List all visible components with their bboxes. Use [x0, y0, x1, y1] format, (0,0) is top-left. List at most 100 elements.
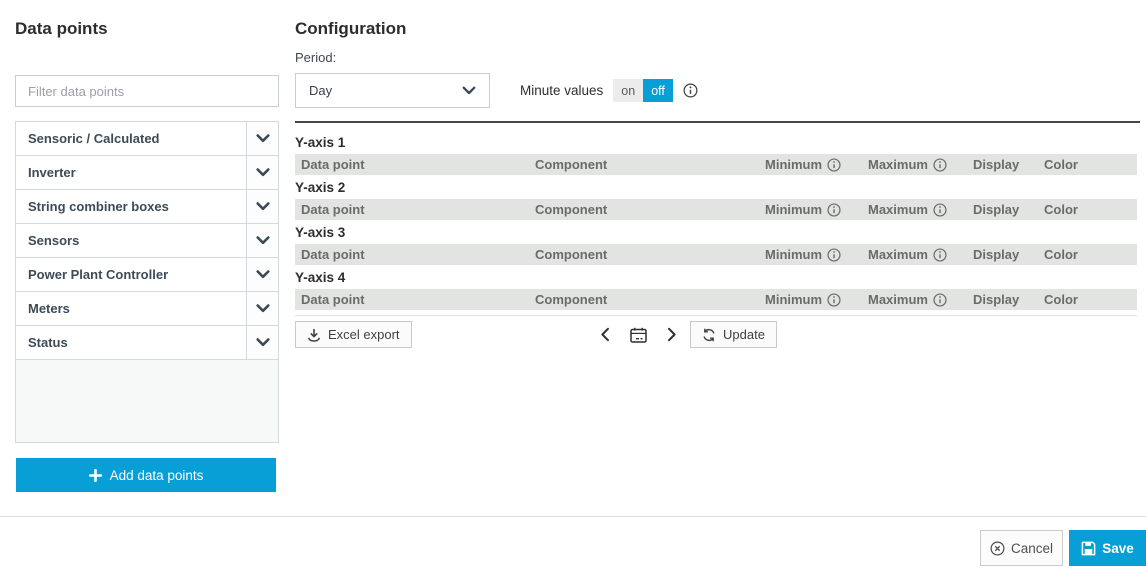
category-label: Power Plant Controller: [28, 267, 169, 282]
category-label: Meters: [28, 301, 70, 316]
save-button[interactable]: Save: [1069, 530, 1146, 566]
category-label: Status: [28, 335, 68, 350]
column-header-minimum: Minimum: [765, 202, 868, 217]
column-header-color: Color: [1044, 202, 1078, 217]
update-button[interactable]: Update: [690, 321, 777, 348]
configuration-title: Configuration: [295, 19, 407, 38]
axis-block: Y-axis 1 Data point Component Minimum Ma…: [295, 131, 1137, 175]
category-row[interactable]: Meters: [16, 292, 278, 326]
data-points-panel: Data points Sensoric / Calculated Invert…: [15, 0, 279, 573]
column-header-minimum: Minimum: [765, 292, 868, 307]
info-icon[interactable]: [827, 292, 841, 307]
axis-header-row: Data point Component Minimum Maximum Dis…: [295, 154, 1137, 175]
previous-period-button[interactable]: [600, 327, 610, 342]
period-select[interactable]: Day: [295, 73, 490, 108]
excel-export-button[interactable]: Excel export: [295, 321, 412, 348]
axis-title: Y-axis 3: [295, 225, 346, 240]
date-navigation: [600, 321, 677, 348]
axes: Y-axis 1 Data point Component Minimum Ma…: [295, 131, 1137, 311]
axis-title: Y-axis 4: [295, 270, 346, 285]
column-header-maximum: Maximum: [868, 292, 973, 307]
cancel-icon: [990, 541, 1005, 556]
info-icon[interactable]: [827, 202, 841, 217]
category-row[interactable]: Sensors: [16, 224, 278, 258]
add-data-points-label: Add data points: [109, 467, 204, 483]
download-icon: [307, 328, 321, 342]
column-header-display: Display: [973, 202, 1020, 217]
column-header-component: Component: [535, 157, 608, 172]
chevron-down-icon[interactable]: [246, 122, 278, 155]
axis-header-row: Data point Component Minimum Maximum Dis…: [295, 199, 1137, 220]
column-header-display: Display: [973, 247, 1020, 262]
minute-values-label: Minute values: [520, 83, 604, 98]
chevron-down-icon[interactable]: [246, 156, 278, 189]
column-header-color: Color: [1044, 292, 1078, 307]
chevron-down-icon[interactable]: [246, 326, 278, 359]
column-header-data-point: Data point: [301, 202, 365, 217]
category-row[interactable]: Power Plant Controller: [16, 258, 278, 292]
category-row[interactable]: Status: [16, 326, 278, 360]
column-header-minimum: Minimum: [765, 247, 868, 262]
column-header-maximum: Maximum: [868, 157, 973, 172]
column-header-maximum: Maximum: [868, 247, 973, 262]
chevron-down-icon[interactable]: [246, 258, 278, 291]
configuration-panel: Configuration Period: Day Minute values …: [295, 0, 1140, 573]
save-label: Save: [1102, 540, 1134, 556]
category-row[interactable]: Sensoric / Calculated: [16, 122, 278, 156]
info-icon[interactable]: [933, 247, 947, 262]
column-header-color: Color: [1044, 247, 1078, 262]
info-icon[interactable]: [827, 247, 841, 262]
calendar-button[interactable]: [630, 327, 647, 343]
column-header-display: Display: [973, 157, 1020, 172]
category-label: Sensors: [28, 233, 80, 248]
category-list: Sensoric / Calculated Inverter String co…: [15, 121, 279, 443]
axis-header-row: Data point Component Minimum Maximum Dis…: [295, 289, 1137, 310]
column-header-data-point: Data point: [301, 157, 365, 172]
plus-icon: [88, 468, 102, 482]
category-label: Sensoric / Calculated: [28, 131, 160, 146]
minute-values-group: Minute values on off: [520, 79, 698, 102]
axis-block: Y-axis 2 Data point Component Minimum Ma…: [295, 176, 1137, 220]
column-header-color: Color: [1044, 157, 1078, 172]
axis-title: Y-axis 1: [295, 135, 346, 150]
cancel-button[interactable]: Cancel: [980, 530, 1063, 566]
chevron-down-icon[interactable]: [246, 224, 278, 257]
axis-header-row: Data point Component Minimum Maximum Dis…: [295, 244, 1137, 265]
chevron-right-icon: [667, 327, 677, 342]
column-header-component: Component: [535, 247, 608, 262]
data-points-title: Data points: [15, 19, 108, 38]
info-icon[interactable]: [683, 83, 698, 98]
chevron-left-icon: [600, 327, 610, 342]
column-header-maximum: Maximum: [868, 202, 973, 217]
minute-values-off-button[interactable]: off: [643, 79, 673, 102]
save-icon: [1081, 541, 1096, 556]
minute-values-on-button[interactable]: on: [613, 79, 644, 102]
axis-block: Y-axis 3 Data point Component Minimum Ma…: [295, 221, 1137, 265]
column-header-component: Component: [535, 292, 608, 307]
configuration-divider: [295, 121, 1140, 123]
chevron-down-icon: [462, 86, 476, 95]
update-label: Update: [723, 327, 765, 342]
column-header-data-point: Data point: [301, 247, 365, 262]
category-label: String combiner boxes: [28, 199, 169, 214]
info-icon[interactable]: [933, 292, 947, 307]
chevron-down-icon[interactable]: [246, 190, 278, 223]
info-icon[interactable]: [933, 157, 947, 172]
column-header-minimum: Minimum: [765, 157, 868, 172]
chevron-down-icon[interactable]: [246, 292, 278, 325]
period-selected-value: Day: [309, 83, 333, 98]
filter-data-points-input[interactable]: [15, 75, 279, 107]
next-period-button[interactable]: [667, 327, 677, 342]
info-icon[interactable]: [827, 157, 841, 172]
excel-export-label: Excel export: [328, 327, 400, 342]
add-data-points-button[interactable]: Add data points: [16, 458, 276, 492]
info-icon[interactable]: [933, 202, 947, 217]
column-header-component: Component: [535, 202, 608, 217]
category-row[interactable]: Inverter: [16, 156, 278, 190]
cancel-label: Cancel: [1010, 540, 1054, 556]
axis-title: Y-axis 2: [295, 180, 346, 195]
column-header-data-point: Data point: [301, 292, 365, 307]
refresh-icon: [702, 328, 716, 342]
table-bottom-divider: [295, 315, 1137, 316]
category-row[interactable]: String combiner boxes: [16, 190, 278, 224]
